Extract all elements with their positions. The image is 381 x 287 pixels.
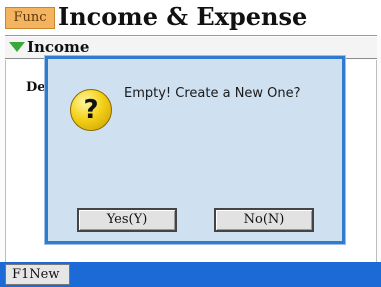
confirm-dialog: ? Empty! Create a New One? Yes(Y) No(N) [45,56,345,244]
yes-button[interactable]: Yes(Y) [77,208,177,232]
triangle-down-icon[interactable] [9,42,25,52]
title-bar: Func Income & Expense [0,0,381,36]
title-divider [5,35,377,36]
no-button[interactable]: No(N) [214,208,314,232]
section-label: Income [27,38,90,56]
question-icon: ? [70,89,112,131]
f1-new-button[interactable]: F1New [5,264,70,285]
column-header-partial: De [26,80,46,95]
app-title: Income & Expense [58,2,308,31]
func-button[interactable]: Func [5,7,55,29]
dialog-message: Empty! Create a New One? [124,86,301,101]
screen: Func Income & Expense Income De ? Empty!… [0,0,381,287]
